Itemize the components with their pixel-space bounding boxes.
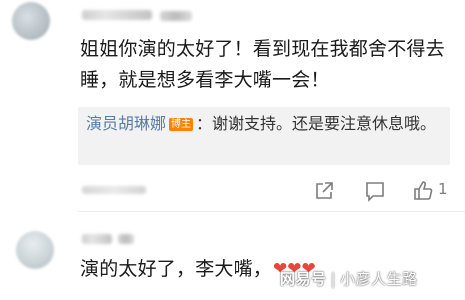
watermark-separator: |: [330, 270, 337, 288]
author-reply[interactable]: 演员胡琳娜 博主 ：谢谢支持。还是要注意休息哦。: [78, 107, 450, 165]
username-blurred: [160, 11, 192, 21]
avatar[interactable]: [16, 231, 54, 269]
share-icon[interactable]: [314, 181, 334, 201]
reply-text: 演员胡琳娜 博主 ：谢谢支持。还是要注意休息哦。: [86, 111, 446, 137]
thumbs-up-icon[interactable]: [413, 180, 433, 201]
comment-text: 演的太好了，李大嘴，: [80, 258, 273, 280]
reply-author-name[interactable]: 演员胡琳娜: [86, 114, 166, 133]
watermark: 网易号 | 小彦人生路: [280, 268, 418, 289]
comment-icon[interactable]: [364, 181, 386, 202]
author-badge: 博主: [169, 118, 194, 131]
username-blurred: [118, 234, 134, 244]
username-blurred: [82, 10, 152, 20]
comment-text-line: 姐姐你演的太好了！看到现在我都舍不得去: [80, 38, 445, 60]
watermark-channel: 小彦人生路: [340, 270, 418, 288]
watermark-platform: 网易号: [280, 270, 327, 288]
username-blurred: [82, 234, 112, 244]
comment-text-line: 睡，就是想多看李大嘴一会！: [80, 69, 330, 91]
reply-message: ：谢谢支持。还是要注意休息哦。: [196, 114, 437, 133]
comment-item: 姐姐你演的太好了！看到现在我都舍不得去 睡，就是想多看李大嘴一会！ 演员胡琳娜博…: [0, 0, 465, 212]
timestamp-blurred: [82, 186, 146, 194]
comment-text: 姐姐你演的太好了！看到现在我都舍不得去 睡，就是想多看李大嘴一会！: [80, 34, 460, 96]
like-count: 1: [438, 180, 448, 198]
avatar[interactable]: [12, 2, 50, 40]
